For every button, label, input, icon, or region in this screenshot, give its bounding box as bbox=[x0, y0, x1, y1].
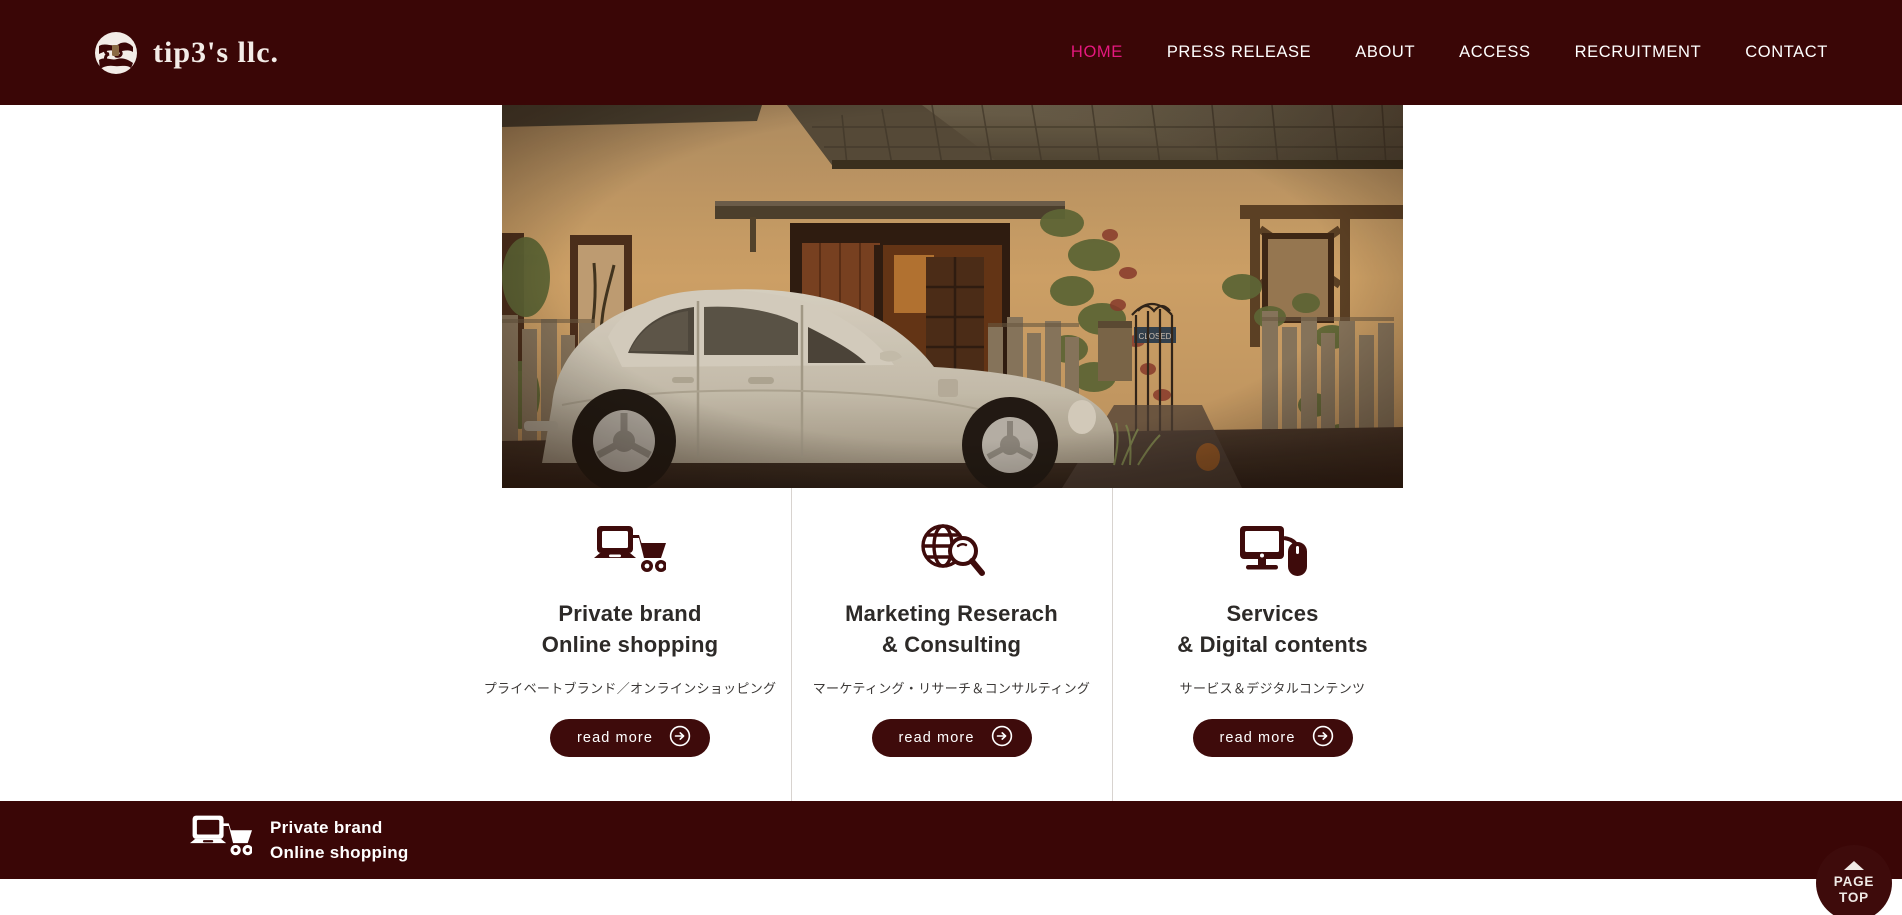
service-column-services-digital: Services & Digital contents サービス＆デジタルコンテ… bbox=[1111, 488, 1433, 801]
page-top-line1: PAGE bbox=[1833, 874, 1875, 889]
bottom-promo-text: Private brand Online shopping bbox=[270, 815, 409, 865]
service-title: Private brand Online shopping bbox=[542, 598, 719, 660]
hero-photo-vw-beetle: CLOSED bbox=[502, 105, 1403, 488]
bottom-promo-bar: Private brand Online shopping bbox=[0, 801, 1902, 879]
service-title-line1: Marketing Reserach bbox=[845, 601, 1058, 626]
page-root: tip3's llc. HOME PRESS RELEASE ABOUT ACC… bbox=[0, 0, 1902, 915]
service-column-marketing-research: Marketing Reserach & Consulting マーケティング・… bbox=[790, 488, 1112, 801]
laptop-shopping-cart-icon bbox=[594, 520, 666, 584]
nav-item-recruitment[interactable]: RECRUITMENT bbox=[1553, 43, 1724, 62]
service-title: Marketing Reserach & Consulting bbox=[845, 598, 1058, 660]
service-subtitle: マーケティング・リサーチ＆コンサルティング bbox=[812, 681, 1091, 696]
service-title-line1: Services bbox=[1226, 601, 1319, 626]
circle-3s-monogram-icon bbox=[93, 30, 139, 76]
service-title-line1: Private brand bbox=[558, 601, 702, 626]
nav-item-about[interactable]: ABOUT bbox=[1333, 43, 1437, 62]
bottom-promo-line2: Online shopping bbox=[270, 843, 409, 862]
arrow-right-circle-icon bbox=[669, 725, 691, 751]
read-more-button-marketing-research[interactable]: read more bbox=[871, 719, 1032, 757]
globe-magnifier-icon bbox=[919, 520, 985, 584]
service-column-private-brand: Private brand Online shopping プライベートブランド… bbox=[470, 488, 791, 801]
service-title-line2: & Consulting bbox=[881, 632, 1022, 657]
page-top-button[interactable]: PAGE TOP bbox=[1816, 845, 1892, 915]
read-more-button-private-brand[interactable]: read more bbox=[550, 719, 710, 757]
site-header: tip3's llc. HOME PRESS RELEASE ABOUT ACC… bbox=[0, 0, 1902, 105]
nav-item-home[interactable]: HOME bbox=[1049, 43, 1145, 62]
page-top-line2: TOP bbox=[1839, 890, 1869, 905]
site-logo-text: tip3's llc. bbox=[153, 35, 280, 69]
nav-item-contact[interactable]: CONTACT bbox=[1723, 43, 1850, 62]
service-title-line2: Online shopping bbox=[541, 632, 719, 657]
site-logo[interactable]: tip3's llc. bbox=[93, 30, 279, 76]
nav-item-press-release[interactable]: PRESS RELEASE bbox=[1145, 43, 1333, 62]
service-title: Services & Digital contents bbox=[1177, 598, 1368, 660]
main-navigation: HOME PRESS RELEASE ABOUT ACCESS RECRUITM… bbox=[1049, 43, 1850, 62]
triangle-up-icon bbox=[1844, 861, 1864, 870]
monitor-mouse-icon bbox=[1238, 520, 1308, 584]
services-section: Private brand Online shopping プライベートブランド… bbox=[0, 488, 1902, 801]
service-subtitle: プライベートブランド／オンラインショッピング bbox=[483, 681, 777, 696]
arrow-right-circle-icon bbox=[1312, 725, 1334, 751]
service-title-line2: & Digital contents bbox=[1177, 632, 1368, 657]
read-more-label: read more bbox=[577, 730, 653, 746]
bottom-promo-line1: Private brand bbox=[270, 818, 383, 837]
arrow-right-circle-icon bbox=[991, 725, 1013, 751]
service-subtitle: サービス＆デジタルコンテンツ bbox=[1179, 681, 1366, 696]
nav-item-access[interactable]: ACCESS bbox=[1437, 43, 1552, 62]
laptop-shopping-cart-icon bbox=[190, 813, 253, 868]
read-more-button-services-digital[interactable]: read more bbox=[1192, 719, 1353, 757]
read-more-label: read more bbox=[898, 730, 975, 746]
bottom-promo-link[interactable]: Private brand Online shopping bbox=[190, 813, 409, 868]
read-more-label: read more bbox=[1219, 730, 1296, 746]
